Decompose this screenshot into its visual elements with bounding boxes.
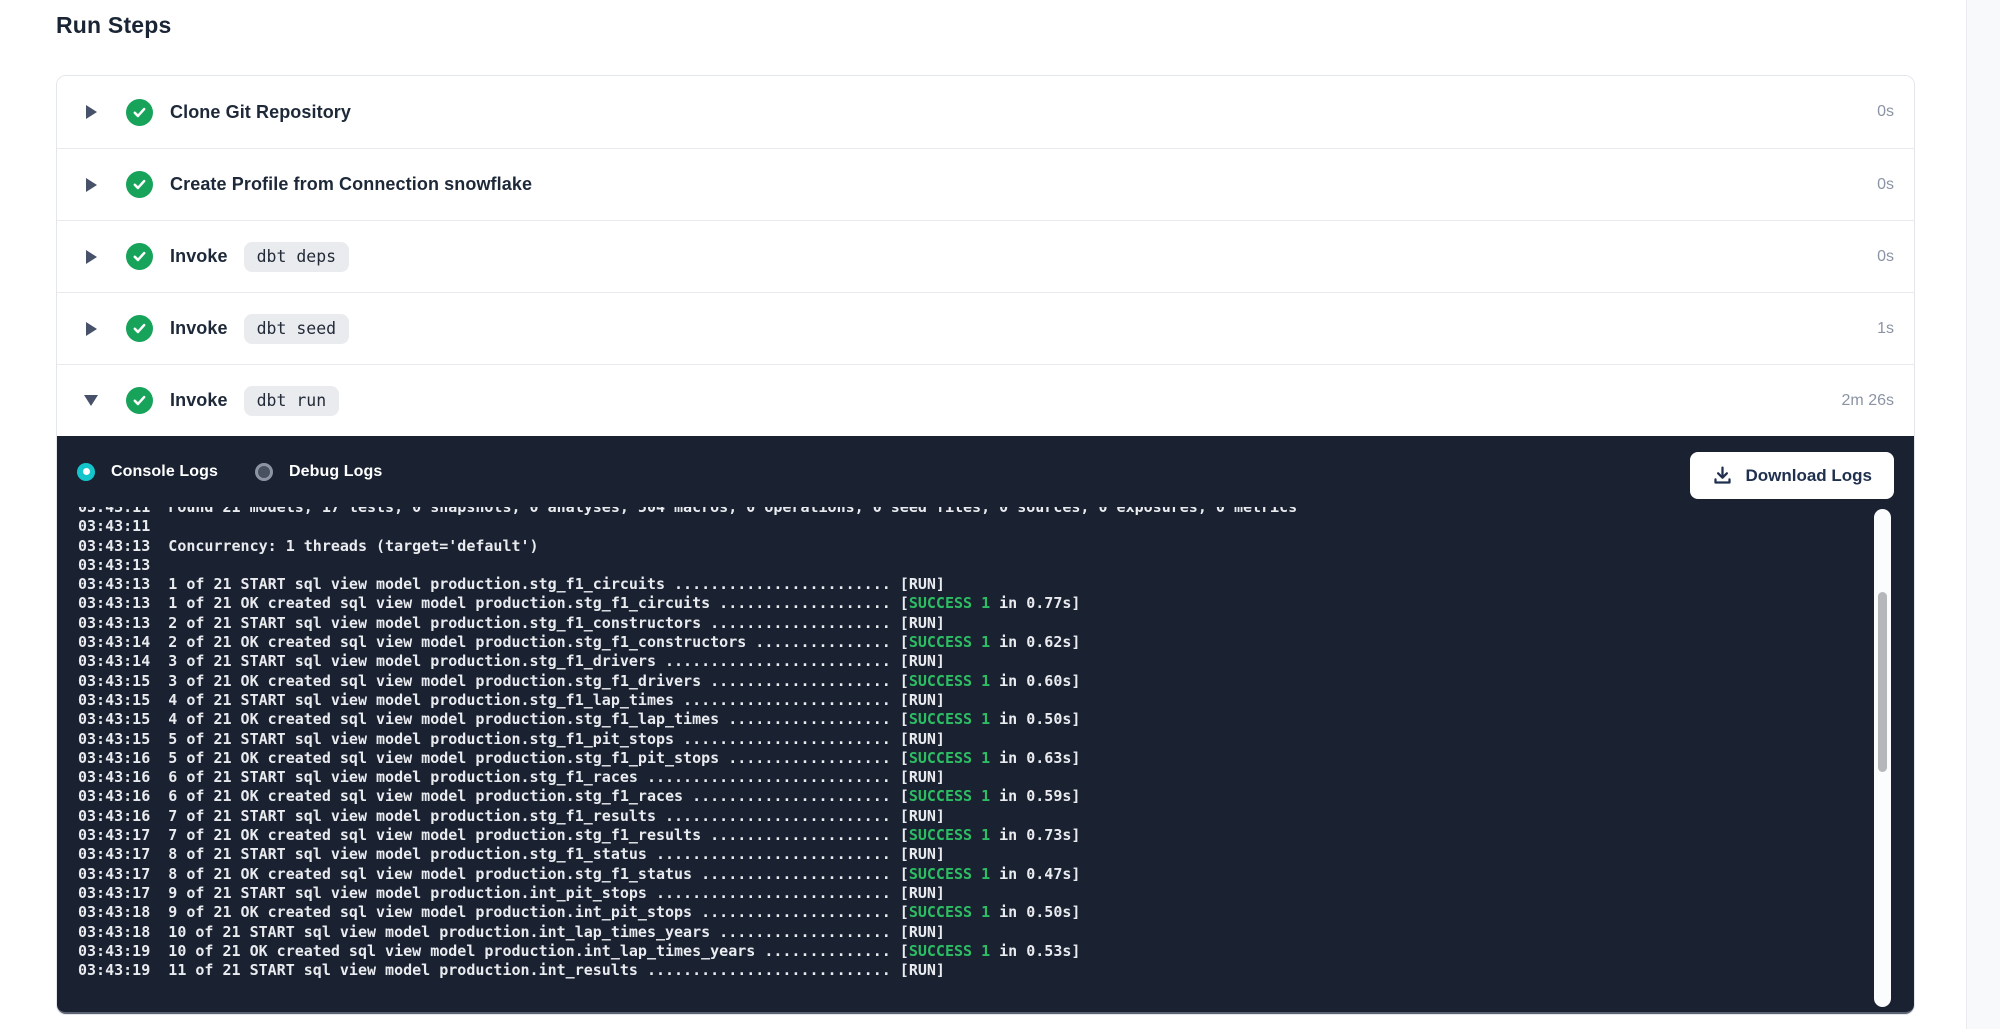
step-row[interactable]: Invoke dbt seed 1s [57, 292, 1914, 364]
tab-debug-logs[interactable]: Debug Logs [255, 463, 382, 481]
download-logs-label: Download Logs [1745, 466, 1872, 486]
step-row[interactable]: Clone Git Repository 0s [57, 76, 1914, 148]
step-label: Clone Git Repository [170, 102, 351, 123]
tab-console-logs[interactable]: Console Logs [77, 463, 218, 481]
expand-caret-icon[interactable] [81, 391, 101, 411]
console-logs-radio[interactable] [77, 463, 95, 481]
step-row[interactable]: Create Profile from Connection snowflake… [57, 148, 1914, 220]
success-check-icon [126, 243, 153, 270]
step-label: Create Profile from Connection snowflake [170, 174, 532, 195]
step-duration: 0s [1877, 103, 1894, 121]
step-duration: 1s [1877, 320, 1894, 338]
download-icon [1712, 465, 1733, 486]
console-logs-label: Console Logs [111, 463, 218, 481]
log-scrollbar-track[interactable] [1874, 509, 1891, 1007]
step-duration: 2m 26s [1842, 392, 1894, 410]
success-check-icon [126, 171, 153, 198]
console-panel: Console Logs Debug Logs Download Logs 03… [57, 436, 1914, 1014]
expand-caret-icon[interactable] [81, 319, 101, 339]
expand-caret-icon[interactable] [81, 175, 101, 195]
download-logs-button[interactable]: Download Logs [1690, 452, 1894, 499]
console-log-text: 03:43:11 Found 21 models, 17 tests, 0 sn… [78, 507, 1914, 980]
step-label: Invoke [170, 318, 228, 339]
expand-caret-icon[interactable] [81, 102, 101, 122]
page-right-gutter [1966, 0, 2000, 1029]
success-check-icon [126, 315, 153, 342]
step-label: Invoke [170, 246, 228, 267]
step-label: Invoke [170, 390, 228, 411]
expand-caret-icon[interactable] [81, 247, 101, 267]
step-row[interactable]: Invoke dbt run 2m 26s [57, 364, 1914, 436]
steps-list: Clone Git Repository 0s Create Profile f… [57, 76, 1914, 436]
command-badge: dbt seed [244, 314, 349, 344]
success-check-icon [126, 99, 153, 126]
console-header: Console Logs Debug Logs Download Logs [57, 436, 1914, 507]
page-title: Run Steps [56, 12, 172, 39]
command-badge: dbt deps [244, 242, 349, 272]
success-check-icon [126, 387, 153, 414]
debug-logs-label: Debug Logs [289, 463, 382, 481]
log-scrollbar-thumb[interactable] [1878, 592, 1887, 772]
run-steps-card: Clone Git Repository 0s Create Profile f… [56, 75, 1915, 1015]
step-row[interactable]: Invoke dbt deps 0s [57, 220, 1914, 292]
step-duration: 0s [1877, 176, 1894, 194]
command-badge: dbt run [244, 386, 340, 416]
console-log-viewport[interactable]: 03:43:11 Found 21 models, 17 tests, 0 sn… [57, 507, 1914, 1012]
step-duration: 0s [1877, 248, 1894, 266]
debug-logs-radio[interactable] [255, 463, 273, 481]
